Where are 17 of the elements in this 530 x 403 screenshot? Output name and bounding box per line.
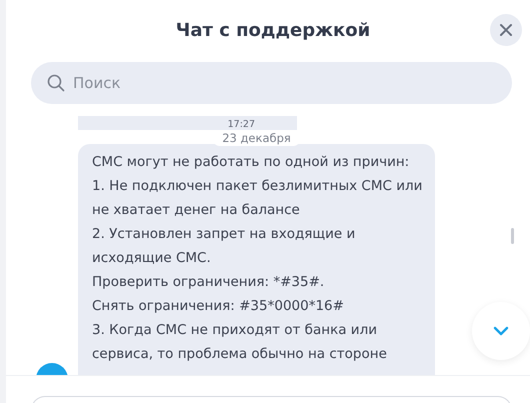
- message-text: Проверить ограничения: *#35#.: [92, 273, 326, 292]
- message-time: 17:27: [228, 119, 255, 130]
- message-text: не хватает денег на балансе: [92, 201, 301, 220]
- date-label: 23 декабря: [212, 130, 301, 146]
- search-field[interactable]: Поиск: [31, 62, 512, 104]
- close-icon: [499, 23, 513, 37]
- message-text: СМС могут не работать по одной из причин:: [92, 153, 410, 172]
- message-text: Снять ограничения: #35*0000*16#: [92, 297, 345, 316]
- scrollbar[interactable]: [511, 228, 514, 244]
- message-text: 2. Установлен запрет на входящие и: [92, 225, 356, 244]
- chevron-down-icon: [493, 326, 509, 336]
- message-text: 3. Когда СМС не приходят от банка или: [92, 321, 378, 340]
- close-button[interactable]: [490, 14, 522, 46]
- message-text: сервиса, то проблема обычно на стороне: [92, 345, 388, 364]
- message-text: 1. Не подключен пакет безлимитных СМС или: [92, 177, 424, 196]
- chat-title: Чат с поддержкой: [176, 20, 370, 40]
- message-text: исходящие СМС.: [92, 249, 212, 268]
